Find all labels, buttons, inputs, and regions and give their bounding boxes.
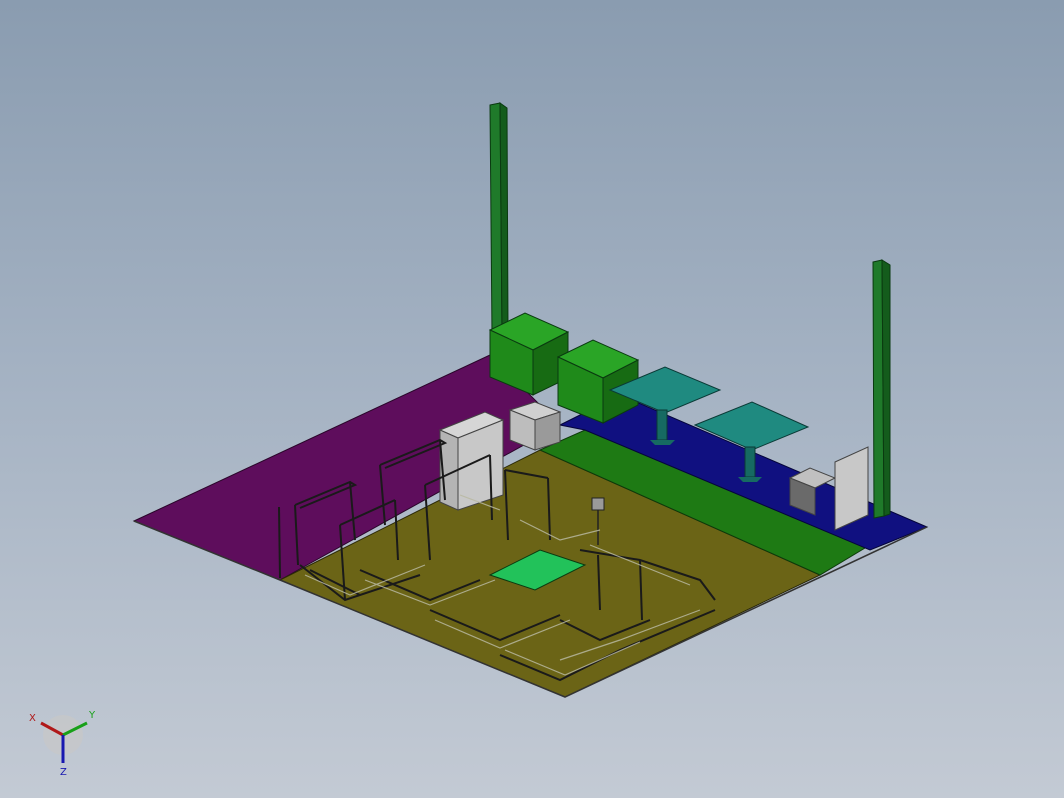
- coordinate-triad-icon[interactable]: X Y Z: [29, 710, 96, 778]
- column-right[interactable]: [872, 259, 891, 519]
- cad-viewport[interactable]: X Y Z: [0, 0, 1064, 798]
- grey-cabinet-small[interactable]: [508, 401, 562, 451]
- x-axis-label: X: [29, 713, 36, 724]
- frame-post-left: [278, 506, 281, 579]
- z-axis-label: Z: [60, 767, 67, 778]
- grey-cabinet-tall[interactable]: [438, 411, 505, 511]
- green-box-2[interactable]: [556, 339, 640, 424]
- y-axis-label: Y: [88, 710, 96, 721]
- column-left[interactable]: [489, 102, 509, 336]
